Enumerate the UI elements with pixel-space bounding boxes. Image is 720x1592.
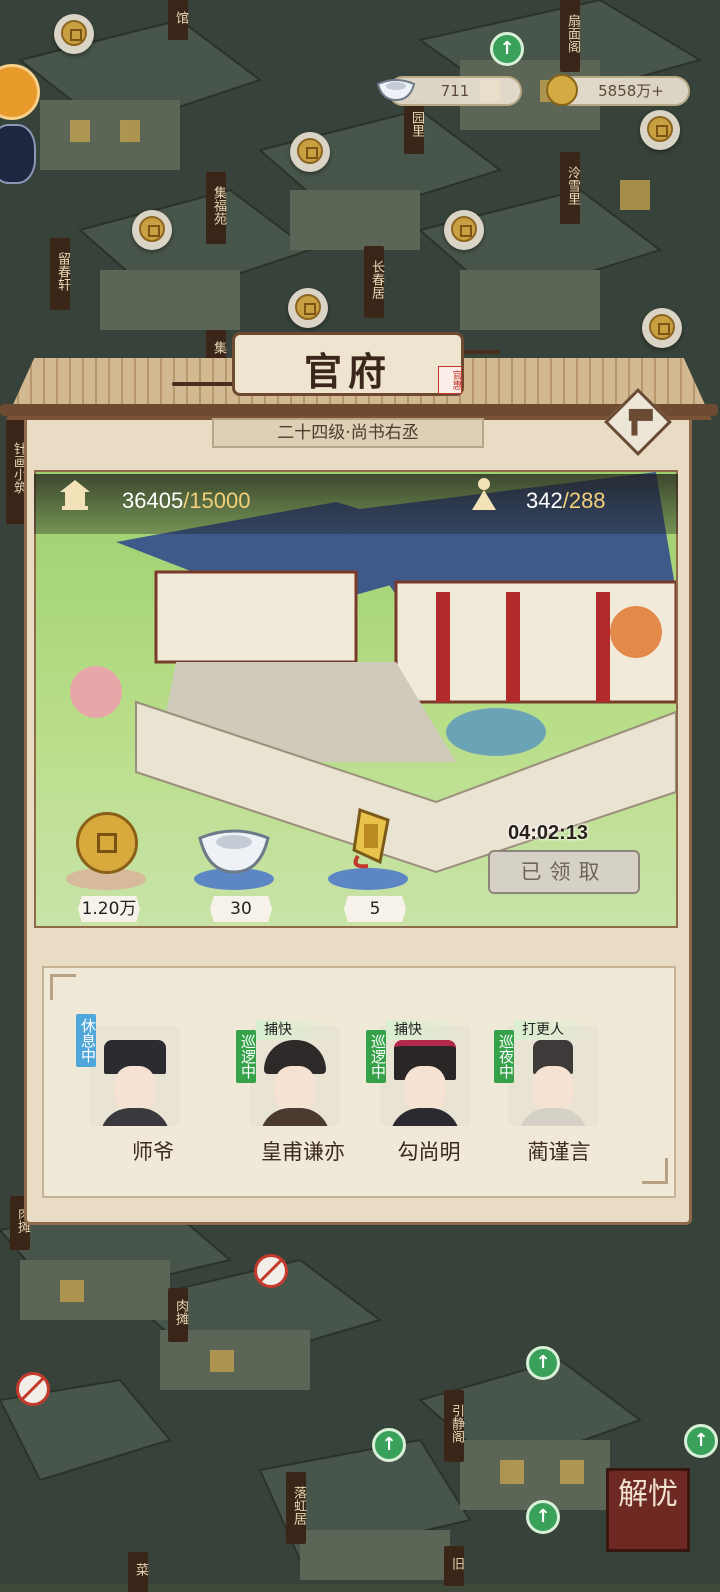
officer-role: 捕快 xyxy=(386,1020,466,1040)
swirl-right xyxy=(460,350,500,354)
officer-name: 蔺谨言 xyxy=(527,1140,591,1164)
officer-portrait xyxy=(508,1026,598,1126)
population-max: /288 xyxy=(562,488,606,513)
claimed-button[interactable]: 已领取 xyxy=(488,850,640,894)
upgrade-pin-icon[interactable]: ↑ xyxy=(372,1428,406,1462)
no-wine-icon[interactable] xyxy=(254,1254,288,1288)
coin-pin-icon[interactable] xyxy=(640,110,680,150)
swirl-left xyxy=(172,382,236,386)
officer-status: 巡夜中 xyxy=(494,1030,515,1083)
officer-name: 皇甫谦亦 xyxy=(261,1140,345,1164)
officer-card[interactable]: 捕快 巡逻中 xyxy=(236,1018,346,1130)
title-plaque: 官府 xyxy=(232,332,464,396)
reward-token-value: 5 xyxy=(344,896,406,922)
coin-pin-icon[interactable] xyxy=(54,14,94,54)
map-label-bottom[interactable]: 菜 xyxy=(128,1552,148,1592)
upgrade-pin-icon[interactable]: ↑ xyxy=(684,1424,718,1458)
map-label-jifu[interactable]: 集福苑 xyxy=(206,172,226,244)
rank-label: 二十四级·尚书右丞 xyxy=(212,418,484,448)
map-label-yuanli[interactable]: 园里 xyxy=(404,100,424,154)
jieyou-button[interactable]: 解忧 xyxy=(606,1468,690,1552)
seal-stamp: 官惠 xyxy=(438,366,462,394)
population-stat: 342/288 xyxy=(526,488,606,514)
prosperity-stat: 36405/15000 xyxy=(122,488,250,514)
map-label-lengxue[interactable]: 泠雪里 xyxy=(560,152,580,224)
officer-status: 巡逻中 xyxy=(366,1030,387,1083)
map-label-liuchun[interactable]: 留春轩 xyxy=(50,238,70,310)
officer-name: 勾尚明 xyxy=(397,1140,461,1164)
corner-ornament xyxy=(50,974,76,1000)
corner-ornament xyxy=(642,1158,668,1184)
officer-card[interactable]: 休息中 xyxy=(76,1014,186,1130)
population-value: 342 xyxy=(526,488,563,513)
silver-ingot-icon xyxy=(376,76,416,104)
officer-portrait xyxy=(90,1026,180,1126)
ghost-icon[interactable] xyxy=(0,124,36,184)
officer-portrait xyxy=(250,1026,340,1126)
upgrade-pin-icon[interactable]: ↑ xyxy=(526,1346,560,1380)
population-icon xyxy=(468,476,500,512)
officer-role: 打更人 xyxy=(514,1020,594,1040)
pavilion-icon xyxy=(58,478,92,512)
officer-status: 休息中 xyxy=(76,1014,97,1067)
map-label-rou2[interactable]: 肉摊 xyxy=(168,1288,188,1342)
officer-status: 巡逻中 xyxy=(236,1030,257,1083)
officer-card[interactable]: 打更人 巡夜中 xyxy=(494,1018,604,1130)
reward-timer: 04:02:13 xyxy=(508,822,589,844)
jieyou-label: 解忧 xyxy=(618,1477,678,1512)
coin-pin-icon[interactable] xyxy=(132,210,172,250)
reward-plate xyxy=(328,868,408,890)
officer-portrait xyxy=(380,1026,470,1126)
copper-coin-icon xyxy=(546,74,578,106)
panel-title: 官府 xyxy=(303,349,392,394)
prosperity-max: /15000 xyxy=(183,488,251,513)
coin-pin-icon[interactable] xyxy=(288,288,328,328)
map-label-yinjing[interactable]: 引静阁 xyxy=(444,1390,464,1462)
silver-amount: 711 xyxy=(440,82,470,100)
officer-role: 捕快 xyxy=(256,1020,336,1040)
no-wine-icon[interactable] xyxy=(16,1372,50,1406)
map-label-guan[interactable]: 馆 xyxy=(168,0,188,40)
coin-pin-icon[interactable] xyxy=(642,308,682,348)
prosperity-value: 36405 xyxy=(122,488,184,513)
coin-pin-icon[interactable] xyxy=(444,210,484,250)
coin-amount: 5858万+ xyxy=(598,82,664,100)
reward-coin-value: 1.20万 xyxy=(78,896,140,922)
map-label-right-cut[interactable]: 旧 xyxy=(444,1546,464,1586)
coin-pin-icon[interactable] xyxy=(290,132,330,172)
map-label-left-edge[interactable]: 针画小筑 xyxy=(6,418,26,524)
upgrade-pin-icon[interactable]: ↑ xyxy=(490,32,524,66)
reward-silver-value: 30 xyxy=(210,896,272,922)
map-label-changchun[interactable]: 长春居 xyxy=(364,246,384,318)
token-icon xyxy=(350,806,394,870)
silver-ingot-icon xyxy=(198,826,270,878)
copper-coin-icon xyxy=(76,812,138,874)
officer-card[interactable]: 捕快 巡逻中 xyxy=(366,1018,476,1130)
upgrade-pin-icon[interactable]: ↑ xyxy=(526,1500,560,1534)
map-label-shanmian[interactable]: 扇面阁 xyxy=(560,0,580,72)
map-label-luohong[interactable]: 落虹居 xyxy=(286,1472,306,1544)
officer-name: 师爷 xyxy=(132,1140,174,1164)
